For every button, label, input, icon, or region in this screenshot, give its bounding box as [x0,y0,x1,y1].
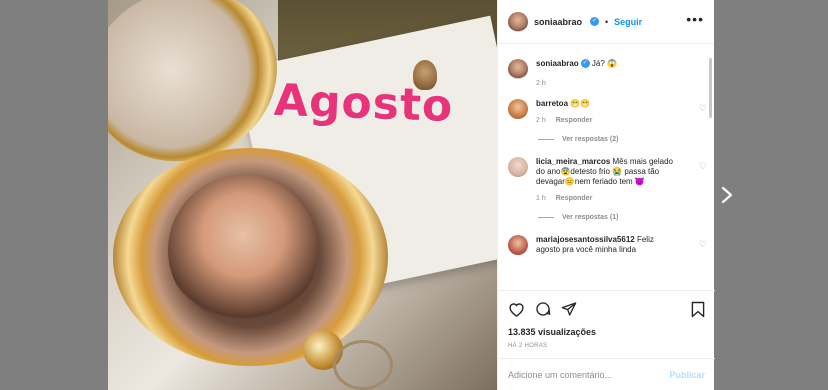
comment-like-icon[interactable]: ♡ [699,161,707,172]
comment-author[interactable]: barretoa [536,99,568,108]
comment-time: 1 h [536,195,546,202]
heart-icon[interactable] [508,301,525,317]
author-avatar[interactable] [508,11,528,32]
view-replies-button[interactable]: Ver respostas (1) [538,214,701,221]
bookmark-icon[interactable] [691,301,705,318]
view-replies-label: Ver respostas (1) [562,214,619,221]
comment-like-icon[interactable]: ♡ [699,239,707,250]
add-comment-bar: Publicar [498,358,715,390]
views-count[interactable]: 13.835 visualizações [508,327,705,337]
view-replies-label: Ver respostas (2) [562,136,619,143]
replies-divider [538,217,554,218]
caption-time: 2 h [536,80,546,87]
caption-text: Já? 😱 [591,59,618,68]
comment-author[interactable]: licia_meira_marcos [536,157,610,166]
post-modal: Agosto soniaabrao ✓ • Seguir ••• soniaab… [108,0,715,390]
compact-ring [333,340,393,390]
more-options-icon[interactable]: ••• [686,12,704,26]
caption-avatar[interactable] [508,59,528,79]
replies-divider [538,139,554,140]
comment-item: mariajosesantossilva5612 Feliz agosto pr… [508,235,707,255]
image-headline: Agosto [273,74,455,133]
verified-badge-icon: ✓ [590,17,600,26]
comment-time: 2 h [536,117,546,124]
comment-author[interactable]: mariajosesantossilva5612 [536,235,635,244]
post-timestamp: HÁ 2 HORAS [508,343,548,349]
follow-button[interactable]: Seguir [614,17,642,27]
comment-input[interactable] [508,369,658,380]
comment-avatar[interactable] [508,99,528,119]
publish-button[interactable]: Publicar [669,370,705,380]
send-icon[interactable] [561,301,577,317]
comment-icon[interactable] [535,301,551,317]
comment-avatar[interactable] [508,157,528,177]
comments-scrollbar[interactable] [709,58,712,118]
author-username[interactable]: soniaabrao [534,17,582,27]
reply-button[interactable]: Responder [556,116,593,126]
chevron-right-icon[interactable] [720,186,734,204]
post-header: soniaabrao ✓ • Seguir ••• [498,0,714,44]
reflection-face [168,175,318,325]
header-separator: • [605,16,609,27]
post-image[interactable]: Agosto [108,0,497,390]
comment-text: 😁😁 [570,99,591,108]
caption-author[interactable]: soniaabrao [536,59,579,68]
comments-list[interactable]: soniaabrao ✓ Já? 😱 2 h barretoa 😁😁 2 h Re… [498,45,715,290]
view-replies-button[interactable]: Ver respostas (2) [538,136,701,143]
comment-avatar[interactable] [508,235,528,255]
post-sidebar: soniaabrao ✓ • Seguir ••• soniaabrao ✓ Já… [497,0,715,390]
reply-button[interactable]: Responder [556,194,593,204]
comment-item: licia_meira_marcos Mês mais gelado do an… [508,157,707,204]
comment-like-icon[interactable]: ♡ [699,103,707,114]
verified-badge-icon: ✓ [580,59,590,69]
comment-item: barretoa 😁😁 2 h Responder ♡ [508,99,707,126]
caption: soniaabrao ✓ Já? 😱 2 h [508,59,701,89]
post-actions: 13.835 visualizações HÁ 2 HORAS [498,290,715,358]
